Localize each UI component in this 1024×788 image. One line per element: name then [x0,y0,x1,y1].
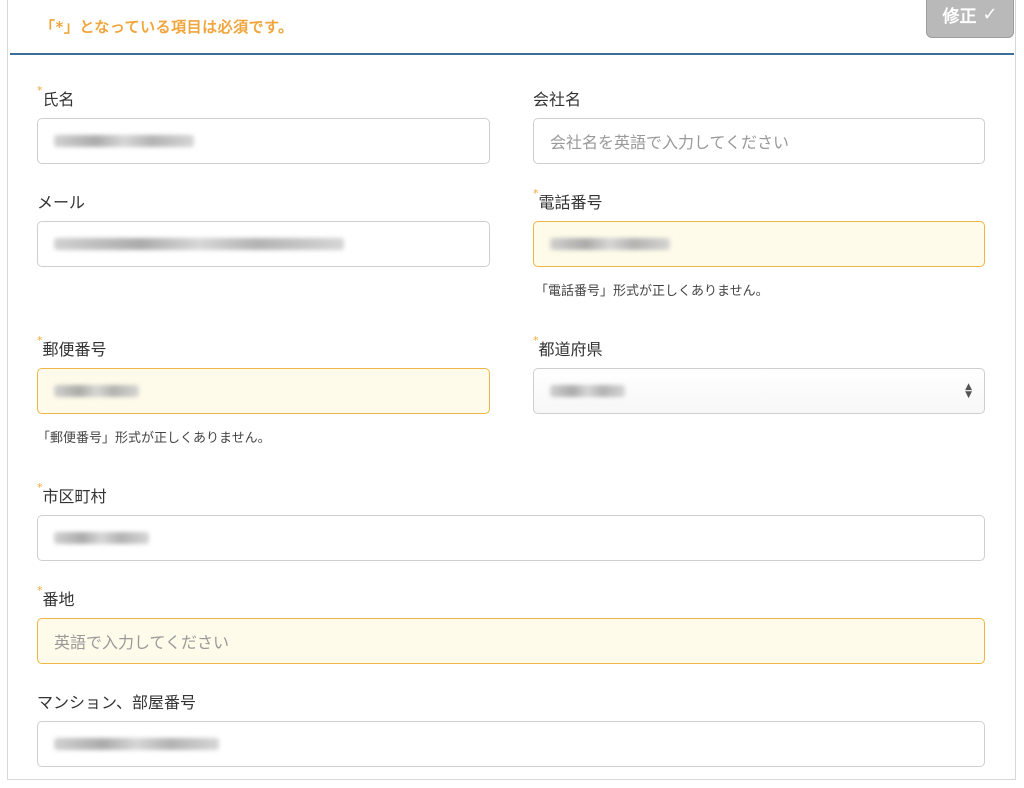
postal-label: *郵便番号 [37,334,107,359]
required-mark: * [37,84,43,97]
street-placeholder: 英語で入力してください [54,633,230,652]
company-field[interactable]: 会社名を英語で入力してください [533,118,985,164]
phone-label: *電話番号 [533,187,603,212]
edit-button[interactable]: 修正 ✓ [926,0,1014,38]
postal-field[interactable] [37,368,490,414]
company-placeholder: 会社名を英語で入力してください [550,133,790,152]
street-label: *番地 [37,584,75,609]
phone-error: 「電話番号」形式が正しくありません。 [535,284,769,299]
building-label: マンション、部屋番号 [37,693,197,712]
phone-field[interactable] [533,221,985,267]
masked-value [550,238,670,250]
edit-button-label: 修正 [942,7,977,27]
email-label: メール [37,193,86,212]
masked-value [54,532,149,544]
masked-value [54,238,344,250]
masked-value [54,738,219,750]
company-label: 会社名 [533,90,582,109]
postal-error: 「郵便番号」形式が正しくありません。 [37,431,271,446]
masked-value [54,135,194,147]
street-field[interactable]: 英語で入力してください [37,618,985,664]
select-arrows-icon: ▲ ▼ [965,382,972,400]
building-field[interactable] [37,721,985,767]
header-divider [10,53,1014,55]
prefecture-label: *都道府県 [533,334,603,359]
check-icon: ✓ [982,4,998,25]
masked-value [54,385,139,397]
name-field[interactable] [37,118,490,164]
email-field[interactable] [37,221,490,267]
city-field[interactable] [37,515,985,561]
name-label: *氏名 [37,84,75,109]
prefecture-select[interactable]: ▲ ▼ [533,368,985,414]
city-label: *市区町村 [37,481,107,506]
masked-value [550,385,625,397]
required-notice: 「*」となっている項目は必須です。 [40,18,294,36]
